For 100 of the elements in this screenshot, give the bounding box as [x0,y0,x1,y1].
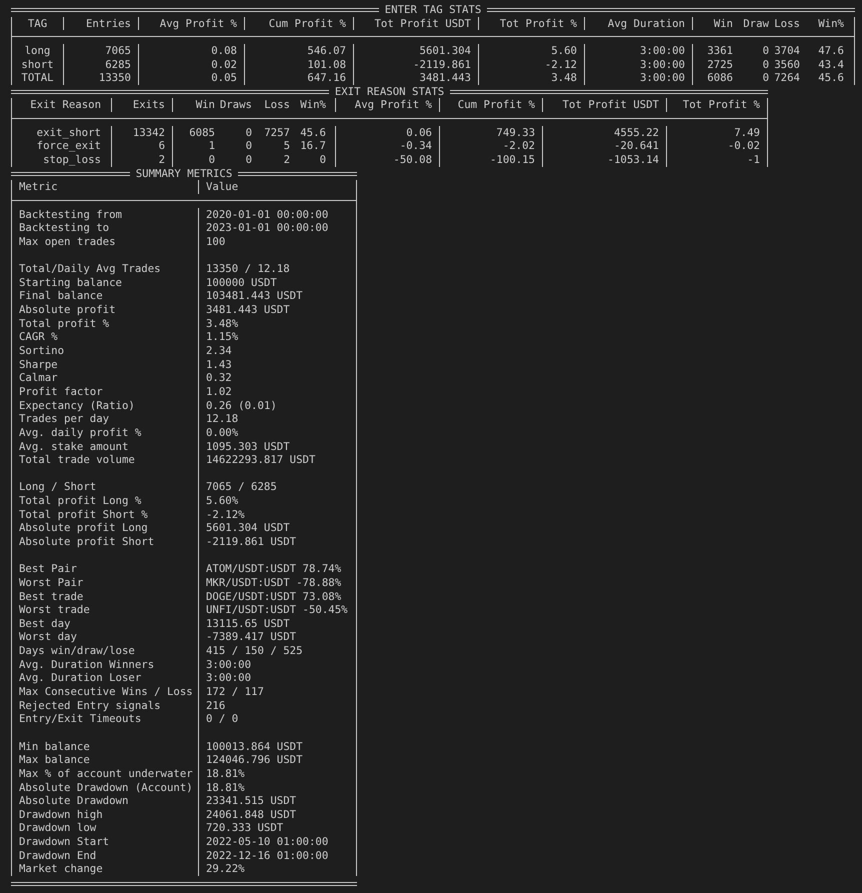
metric-label: Avg. Duration Winners [19,658,154,671]
table-cell: 0 [246,139,252,152]
metric-label: Absolute profit Short [19,534,154,548]
metric-label: Worst trade [19,603,90,616]
metric-value: 24061.848 USDT [206,808,296,821]
table-cell: -50.08 [393,153,432,166]
metric-value: 3:00:00 [206,671,252,684]
column-header: Draw [743,16,769,30]
metric-value: -2119.861 USDT [206,534,296,548]
metric-value: 23341.515 USDT [206,794,296,808]
table-cell: 5.60 [551,44,577,57]
column-header: Win% [300,98,326,112]
metric-value: 124046.796 USDT [206,753,303,766]
metric-value: 100000 USDT [206,276,277,289]
metric-value: 3481.443 USDT [206,303,290,316]
table-cell: 3481.443 [420,71,471,84]
metric-label: Drawdown high [19,808,103,821]
metric-value: 216 [206,698,226,712]
table-cell: 0 [762,71,769,84]
metric-label: Best day [19,616,70,630]
table-cell: 13350 [98,71,131,84]
table-cell: long [24,44,50,57]
metric-label: Avg. stake amount [19,440,128,452]
column-header: Win [714,16,733,30]
metric-label: Absolute profit [19,303,116,316]
column-header: Metric [19,180,58,194]
metric-label: Max % of account underwater [19,766,193,780]
table-cell: -100.15 [490,153,535,166]
table-cell: 3:00:00 [640,58,685,71]
metric-value: 100 [206,234,226,248]
table-cell: 0 [320,153,326,166]
metric-label: Total trade volume [19,453,135,466]
column-header: Tot Profit % [500,16,577,30]
metric-label: Total/Daily Avg Trades [19,262,161,276]
table-cell: 7.49 [734,126,760,139]
column-header: Cum Profit % [458,98,535,112]
metric-value: 1.15% [206,330,238,344]
table-cell: 0.08 [211,44,237,57]
metric-label: Absolute profit Long [19,521,148,534]
column-header: Tot Profit USDT [374,16,471,30]
column-header: Exit Reason [30,98,101,112]
table-cell: -1053.14 [608,153,659,166]
metric-label: Min balance [19,740,90,753]
table-cell: 0 [208,153,215,166]
table-cell: 47.6 [818,44,844,57]
table-cell: 3:00:00 [640,44,685,57]
metric-label: Total profit Long % [19,494,142,508]
metric-label: Entry/Exit Timeouts [19,712,142,726]
metric-value: 415 / 150 / 525 [206,644,303,658]
table-title: ENTER TAG STATS [384,3,482,17]
metric-label: Market change [19,862,103,876]
table-cell: 3704 [774,44,800,57]
metric-value: 3.48% [206,316,238,330]
table-cell: short [21,58,54,71]
metric-label: Backtesting from [19,208,122,221]
metric-label: Best trade [19,590,84,603]
table-cell: -0.02 [728,139,760,152]
metric-value: 13350 / 12.18 [206,262,290,276]
metric-value: ATOM/USDT:USDT 78.74% [206,562,342,576]
metric-label: Trades per day [19,412,110,426]
column-header: Avg Duration [608,16,685,30]
table-cell: 45.6 [818,71,844,84]
table-cell: TOTAL [21,71,54,84]
table-cell: 43.4 [818,58,844,71]
metric-label: Drawdown End [19,848,96,862]
table-cell: -2119.861 [413,58,471,71]
column-header: Avg Profit % [354,98,432,112]
table-cell: 4555.22 [614,126,659,139]
metric-value: 1.43 [206,358,232,371]
table-cell: 749.33 [496,126,535,139]
table-cell: 6 [158,139,165,152]
metric-value: 0.00% [206,426,238,439]
metric-label: Sharpe [19,358,58,371]
metric-label: CAGR % [19,330,58,344]
table-cell: 0.05 [211,71,237,84]
table-cell: 0.02 [211,58,237,71]
column-header: TAG [28,16,48,30]
table-cell: 5601.304 [420,44,471,57]
metric-value: 2023-01-01 00:00:00 [206,221,328,234]
table-cell: -2.02 [502,139,535,152]
metric-label: Backtesting to [19,221,110,234]
table-cell: 6085 [189,126,215,139]
table-cell: 16.7 [300,139,326,152]
table-cell: -1 [747,153,760,166]
metric-value: UNFI/USDT:USDT -50.45% [206,603,348,616]
metric-label: Best Pair [19,562,77,576]
column-header: Win% [818,16,844,30]
metric-label: Final balance [19,289,103,302]
metric-value: 720.333 USDT [206,821,284,834]
metric-value: 103481.443 USDT [206,289,303,302]
table-cell: 13342 [132,126,165,139]
metric-label: Worst day [19,630,77,644]
table-cell: 5 [284,139,290,152]
metric-value: 18.81% [206,766,245,780]
metric-value: 2020-01-01 00:00:00 [206,208,328,221]
column-header: Tot Profit % [682,98,760,112]
table-cell: 3361 [707,44,733,57]
column-header: Win [196,98,215,112]
column-header: Loss [774,16,800,30]
metric-value: 0 / 0 [206,712,238,726]
